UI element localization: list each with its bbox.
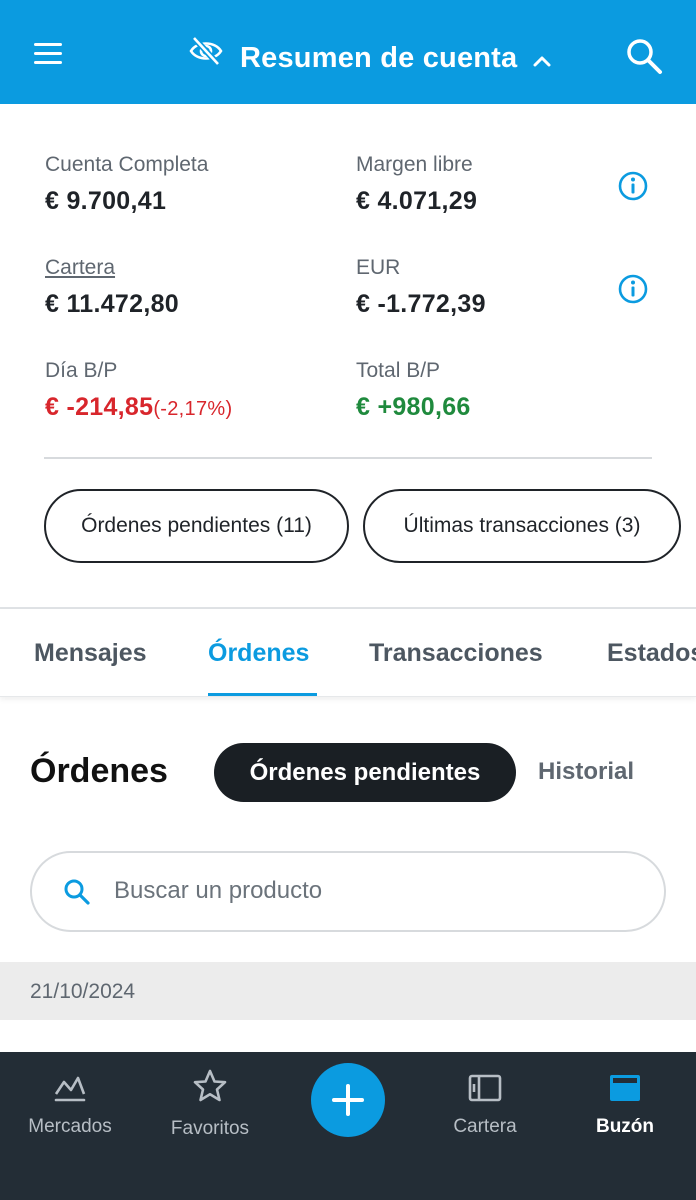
total-bp-value: € +980,66: [356, 393, 471, 421]
dia-bp-label: Día B/P: [45, 359, 118, 382]
tab-estados[interactable]: Estados: [607, 639, 696, 668]
nav-favoritos-label: Favoritos: [170, 1118, 250, 1139]
dia-bp-value: € -214,85(-2,17%): [45, 393, 232, 422]
tab-ordenes[interactable]: Órdenes: [208, 639, 309, 668]
bottom-navigation: Mercados Favoritos Cartera Buzón: [0, 1052, 696, 1200]
add-button[interactable]: [311, 1063, 385, 1137]
nav-mercados[interactable]: Mercados: [0, 1052, 140, 1200]
product-search-field[interactable]: [30, 851, 666, 932]
active-tab-indicator: [208, 693, 317, 696]
search-icon[interactable]: [624, 36, 664, 76]
nav-cartera[interactable]: Cartera: [415, 1052, 555, 1200]
dia-bp-amount: € -214,85: [45, 393, 154, 421]
tab-bar: Mensajes Órdenes Transacciones Estados: [0, 609, 696, 697]
last-transactions-button[interactable]: Últimas transacciones (3): [363, 489, 681, 563]
eur-label: EUR: [356, 256, 401, 279]
hamburger-menu-icon[interactable]: [34, 40, 64, 68]
inbox-icon: [610, 1075, 640, 1101]
margen-libre-value: € 4.071,29: [356, 187, 478, 215]
nav-buzon-label: Buzón: [595, 1116, 655, 1137]
cuenta-completa-label: Cuenta Completa: [45, 153, 209, 176]
pending-orders-button[interactable]: Órdenes pendientes (11): [44, 489, 349, 563]
eye-off-icon[interactable]: [188, 36, 224, 66]
page-title[interactable]: Resumen de cuenta: [240, 42, 517, 75]
cuenta-completa-value: € 9.700,41: [45, 187, 167, 215]
divider: [44, 457, 652, 459]
info-icon[interactable]: [617, 170, 649, 202]
chart-icon: [54, 1076, 86, 1102]
star-icon: [193, 1069, 227, 1102]
margen-libre-label: Margen libre: [356, 153, 473, 176]
segment-history[interactable]: Historial: [538, 758, 634, 786]
date-group-label: 21/10/2024: [30, 980, 136, 1003]
search-input[interactable]: [114, 871, 634, 911]
nav-mercados-label: Mercados: [28, 1116, 112, 1137]
plus-icon: [332, 1084, 364, 1116]
chevron-up-icon[interactable]: [532, 54, 552, 68]
tab-mensajes[interactable]: Mensajes: [34, 639, 147, 668]
total-bp-label: Total B/P: [356, 359, 441, 382]
search-icon: [64, 879, 90, 905]
segment-pending-orders[interactable]: Órdenes pendientes: [214, 743, 516, 802]
nav-cartera-label: Cartera: [453, 1116, 517, 1137]
tab-transacciones[interactable]: Transacciones: [369, 639, 543, 668]
cartera-link[interactable]: Cartera: [45, 256, 115, 280]
orders-heading: Órdenes: [30, 752, 168, 790]
info-icon[interactable]: [617, 273, 649, 305]
wallet-icon: [468, 1074, 502, 1102]
app-header: Resumen de cuenta: [0, 0, 696, 104]
eur-value: € -1.772,39: [356, 290, 486, 318]
nav-favoritos[interactable]: Favoritos: [140, 1052, 280, 1200]
date-group-header: 21/10/2024: [0, 962, 696, 1020]
dia-bp-percent: (-2,17%): [153, 398, 233, 420]
nav-buzon[interactable]: Buzón: [555, 1052, 695, 1200]
cartera-value: € 11.472,80: [45, 290, 179, 318]
